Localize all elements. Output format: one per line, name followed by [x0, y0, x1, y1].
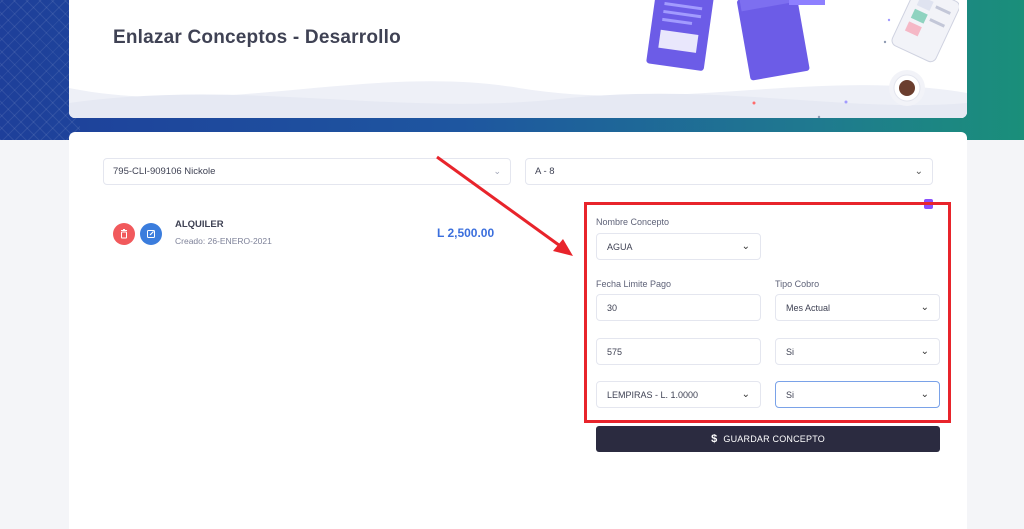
save-concept-label: GUARDAR CONCEPTO	[723, 434, 825, 444]
option-select-1[interactable]: Si ⌄	[775, 338, 940, 365]
fecha-limite-input[interactable]: 30	[596, 294, 761, 321]
page-header: Enlazar Conceptos - Desarrollo	[69, 0, 967, 118]
delete-concept-button[interactable]	[113, 223, 135, 245]
save-concept-button[interactable]: $ GUARDAR CONCEPTO	[596, 426, 940, 452]
moneda-value: LEMPIRAS - L. 1.0000	[607, 389, 699, 400]
header-illustration	[646, 0, 959, 118]
concept-created-date: Creado: 26-ENERO-2021	[175, 236, 272, 246]
option-select-2-value: Si	[786, 389, 795, 400]
fecha-limite-value: 30	[607, 302, 618, 313]
background-pattern	[0, 0, 80, 140]
chevron-down-icon: ⌄	[914, 166, 923, 177]
page-title: Enlazar Conceptos - Desarrollo	[113, 27, 401, 48]
edit-icon	[147, 230, 155, 238]
tipo-cobro-value: Mes Actual	[786, 302, 831, 313]
moneda-select[interactable]: LEMPIRAS - L. 1.0000 ⌄	[596, 381, 761, 408]
chevron-down-icon: ⌄	[920, 302, 929, 313]
unit-select-value: A - 8	[535, 166, 555, 177]
option-select-1-value: Si	[786, 346, 795, 357]
chevron-down-icon: ⌄	[920, 346, 929, 357]
client-select[interactable]: 795-CLI-909106 Nickole ⌄	[103, 158, 511, 185]
monto-value: 575	[607, 346, 623, 357]
nombre-concepto-select[interactable]: AGUA ⌄	[596, 233, 761, 260]
concept-name: ALQUILER	[175, 219, 224, 230]
chevron-down-icon: ⌄	[920, 389, 929, 400]
option-select-2[interactable]: Si ⌄	[775, 381, 940, 408]
nombre-concepto-label: Nombre Concepto	[596, 217, 670, 227]
client-select-value: 795-CLI-909106 Nickole	[113, 166, 216, 177]
content-card: 795-CLI-909106 Nickole ⌄ A - 8 ⌄ ALQUILE…	[69, 132, 967, 529]
edit-concept-button[interactable]	[140, 223, 162, 245]
dollar-icon: $	[711, 433, 718, 445]
tipo-cobro-select[interactable]: Mes Actual ⌄	[775, 294, 940, 321]
tipo-cobro-label: Tipo Cobro	[775, 279, 820, 289]
chevron-down-icon: ⌄	[493, 166, 501, 176]
concept-amount: L 2,500.00	[437, 226, 495, 240]
fecha-limite-label: Fecha Limite Pago	[596, 279, 672, 289]
chevron-down-icon: ⌄	[741, 241, 750, 252]
nombre-concepto-value: AGUA	[607, 241, 633, 252]
trash-icon	[121, 229, 127, 239]
monto-input[interactable]: 575	[596, 338, 761, 365]
chevron-down-icon: ⌄	[741, 389, 750, 400]
unit-select[interactable]: A - 8 ⌄	[525, 158, 933, 185]
